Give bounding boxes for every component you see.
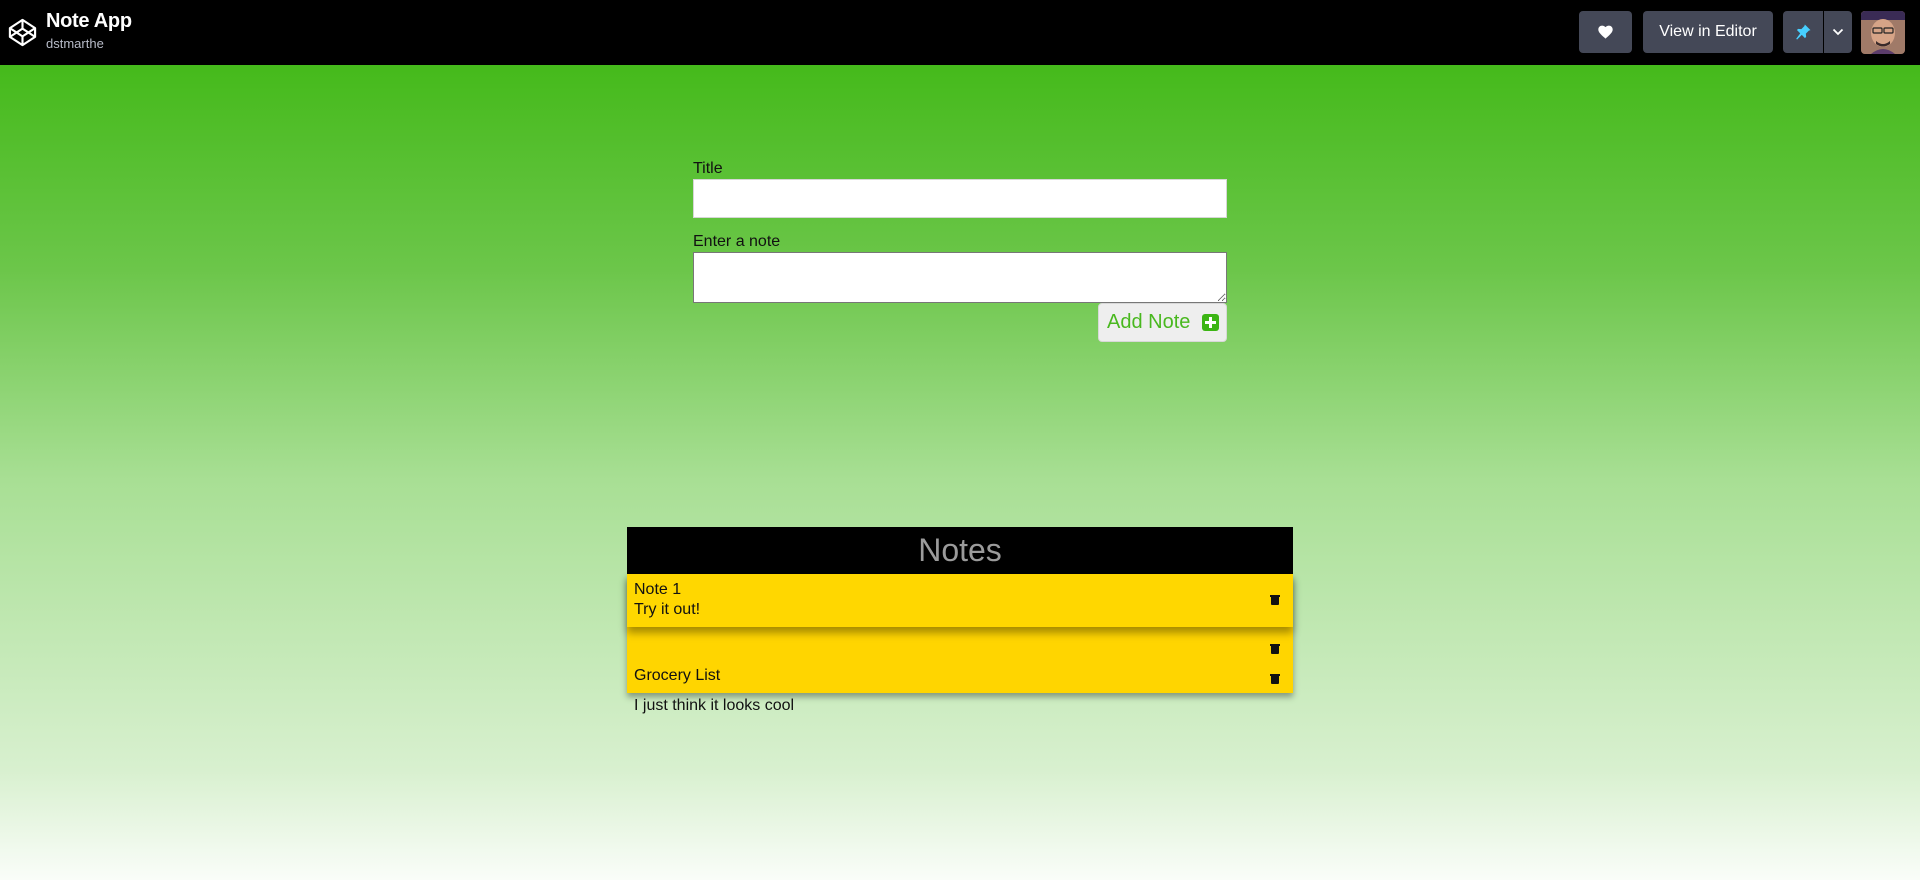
title-label: Title xyxy=(693,160,723,177)
list-item[interactable]: I just think it looks cool xyxy=(634,697,794,715)
trash-icon[interactable] xyxy=(1270,643,1280,654)
note-label: Enter a note xyxy=(693,233,781,250)
notes-heading: Notes xyxy=(627,527,1293,574)
pin-options-dropdown[interactable] xyxy=(1824,11,1852,53)
note-textarea[interactable] xyxy=(693,252,1227,303)
view-in-editor-button[interactable]: View in Editor xyxy=(1643,11,1773,53)
note-body: Try it out! xyxy=(634,601,701,618)
add-note-button[interactable]: Add Note xyxy=(1098,303,1227,342)
pin-icon xyxy=(1796,24,1811,40)
title-input[interactable] xyxy=(693,179,1227,218)
trash-icon[interactable] xyxy=(1270,594,1280,605)
author-username[interactable]: dstmarthe xyxy=(46,36,104,51)
app-title[interactable]: Note App xyxy=(46,10,132,33)
user-avatar[interactable] xyxy=(1861,11,1905,54)
note-card-expanded[interactable]: Note 1 Try it out! xyxy=(627,574,1293,627)
note-title: Note 1 xyxy=(634,581,682,598)
top-bar: Note App dstmarthe View in Editor xyxy=(0,0,1920,65)
heart-button[interactable] xyxy=(1579,11,1632,53)
trash-icon[interactable] xyxy=(1270,673,1280,684)
chevron-down-icon xyxy=(1832,28,1844,36)
add-note-label: Add Note xyxy=(1107,311,1191,333)
plus-square-icon xyxy=(1202,314,1219,331)
heart-icon xyxy=(1598,25,1613,39)
pin-button[interactable] xyxy=(1783,11,1823,53)
list-item[interactable]: Grocery List xyxy=(634,667,720,685)
codepen-logo-icon[interactable] xyxy=(7,17,38,48)
